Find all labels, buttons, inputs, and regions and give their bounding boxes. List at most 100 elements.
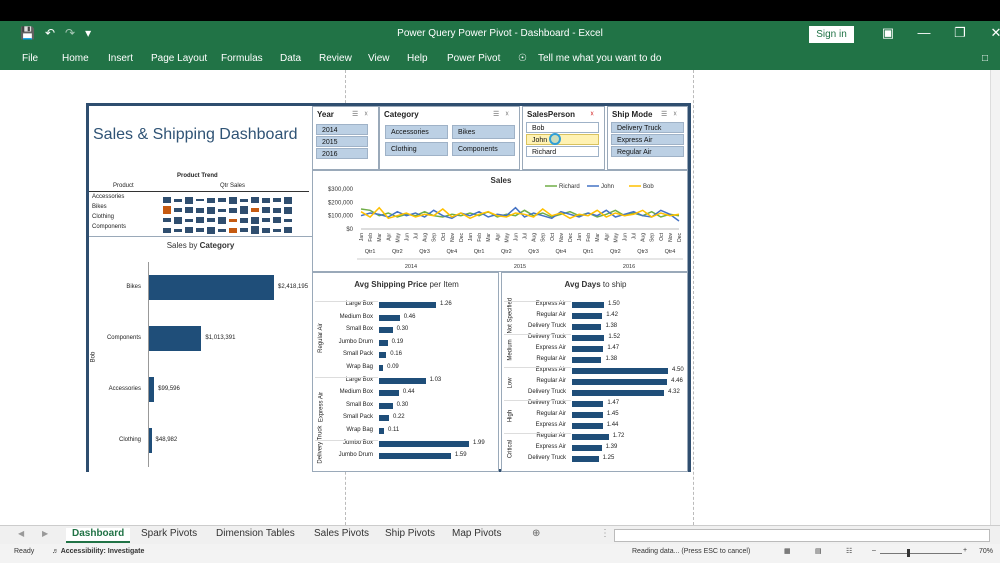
sheet-tab-dashboard[interactable]: Dashboard <box>66 528 131 543</box>
product-row-label: Components <box>92 224 127 230</box>
tab-formulas[interactable]: Formulas <box>221 53 263 64</box>
mouse-cursor-icon <box>549 133 561 145</box>
bar-value-label: 1.72 <box>612 433 625 439</box>
slicer-item-components[interactable]: Components <box>452 142 515 156</box>
slicer-item-regular-air[interactable]: Regular Air <box>611 146 684 157</box>
tab-help[interactable]: Help <box>407 53 428 64</box>
quarter-tick-label: Qtr3 <box>637 249 648 255</box>
bar-value-label: 0.30 <box>396 326 409 333</box>
bar <box>572 456 599 462</box>
zoom-out-icon[interactable]: – <box>872 547 876 554</box>
bar <box>379 415 389 422</box>
sign-in-button[interactable]: Sign in <box>809 26 854 43</box>
legend-label: Richard <box>559 184 580 190</box>
slicer-item-2014[interactable]: 2014 <box>316 124 368 135</box>
multi-select-icon[interactable]: ☰☓ <box>493 110 515 118</box>
sparkline-bar <box>251 226 259 234</box>
tell-me-search[interactable]: Tell me what you want to do <box>538 53 661 64</box>
slicer-item-clothing[interactable]: Clothing <box>385 142 448 156</box>
sparkline-bar <box>273 228 281 232</box>
multi-select-icon[interactable]: ☰☓ <box>661 110 683 118</box>
restore-icon[interactable]: ❐ <box>942 25 978 41</box>
zoom-level[interactable]: 70% <box>979 548 993 555</box>
multi-select-icon[interactable]: ☰☓ <box>352 110 374 118</box>
sparkline-bar <box>273 207 281 213</box>
product-row-label: Accessories <box>92 194 125 200</box>
scroll-tabs-left-icon[interactable]: ◀ <box>18 529 24 538</box>
sparkline-bar <box>251 208 259 212</box>
tab-insert[interactable]: Insert <box>108 53 133 64</box>
zoom-slider[interactable] <box>880 553 962 554</box>
bar <box>379 440 469 447</box>
slicer-item-bob[interactable]: Bob <box>526 122 599 133</box>
y-tick-label: $300,000 <box>328 187 354 193</box>
slicer-item-accessories[interactable]: Accessories <box>385 125 448 139</box>
category-label: Components <box>106 335 141 341</box>
sheet-tab-ship-pivots[interactable]: Ship Pivots <box>379 528 441 543</box>
axis-label: Bob <box>90 351 97 363</box>
zoom-in-icon[interactable]: + <box>963 547 967 554</box>
sparkline-bar <box>207 218 215 222</box>
sheet-tab-sales-pivots[interactable]: Sales Pivots <box>308 528 375 543</box>
ribbon-display-icon[interactable]: ▣ <box>870 25 906 41</box>
worksheet-area[interactable]: Sales & Shipping Dashboard Year ☰☓ 2014 … <box>0 70 990 525</box>
slicer-item-express-air[interactable]: Express Air <box>611 134 684 145</box>
month-tick-label: Sep <box>541 233 547 242</box>
year-slicer: Year ☰☓ 2014 2015 2016 <box>312 106 379 170</box>
tab-review[interactable]: Review <box>319 53 352 64</box>
more-icon: ⋮ <box>600 528 610 539</box>
slicer-item-2015[interactable]: 2015 <box>316 136 368 147</box>
category-bar <box>149 428 152 453</box>
vertical-scrollbar[interactable] <box>990 70 1000 525</box>
horizontal-scrollbar[interactable] <box>614 529 990 542</box>
category-label: Clothing <box>118 437 141 443</box>
bar <box>379 453 451 460</box>
comments-icon[interactable]: □ <box>982 53 988 64</box>
bar <box>379 402 393 409</box>
legend-label: Bob <box>643 184 654 190</box>
sparkline-bar <box>218 228 226 232</box>
add-sheet-icon[interactable]: ⊕ <box>532 528 540 539</box>
quarter-tick-label: Qtr2 <box>392 249 403 255</box>
close-icon[interactable]: ✕ <box>978 25 1000 41</box>
month-tick-label: Dec <box>459 233 465 242</box>
normal-view-icon[interactable]: ▦ <box>784 547 791 555</box>
month-tick-label: Aug <box>423 233 429 242</box>
tab-home[interactable]: Home <box>62 53 89 64</box>
tab-page-layout[interactable]: Page Layout <box>151 53 207 64</box>
bar-value-label: 4.50 <box>672 367 684 373</box>
sparkline-bar <box>218 216 226 224</box>
minimize-icon[interactable]: — <box>906 25 942 41</box>
sparkline-bar <box>251 216 259 224</box>
slicer-item-2016[interactable]: 2016 <box>316 148 368 159</box>
legend-label: John <box>601 184 614 190</box>
scroll-tabs-right-icon[interactable]: ▶ <box>42 529 48 538</box>
bar <box>572 423 603 429</box>
sparkline-bar <box>174 216 182 224</box>
page-layout-view-icon[interactable]: ▤ <box>815 547 822 555</box>
sheet-tab-spark-pivots[interactable]: Spark Pivots <box>135 528 203 543</box>
page-break-view-icon[interactable]: ☷ <box>846 547 852 555</box>
excel-window: 💾 ↶ ↷ ▾ Power Query Power Pivot - Dashbo… <box>0 21 1000 563</box>
product-row-label: Clothing <box>92 214 115 220</box>
sparkline-bar <box>163 218 171 222</box>
bar <box>572 346 604 352</box>
tab-power-pivot[interactable]: Power Pivot <box>447 53 500 64</box>
dashboard-frame: Sales & Shipping Dashboard Year ☰☓ 2014 … <box>86 103 691 472</box>
slicer-item-john[interactable]: John <box>526 134 599 145</box>
quarter-tick-label: Qtr1 <box>583 249 594 255</box>
tab-data[interactable]: Data <box>280 53 301 64</box>
slicer-item-bikes[interactable]: Bikes <box>452 125 515 139</box>
zoom-slider-thumb[interactable] <box>907 549 910 557</box>
sheet-tab-dimension-tables[interactable]: Dimension Tables <box>210 528 301 543</box>
tab-file[interactable]: File <box>22 53 38 64</box>
slicer-item-richard[interactable]: Richard <box>526 146 599 157</box>
bar-value-label: 0.30 <box>396 401 409 408</box>
tab-view[interactable]: View <box>368 53 390 64</box>
clear-filter-icon[interactable]: ☓ <box>590 110 600 118</box>
slicer-item-delivery-truck[interactable]: Delivery Truck <box>611 122 684 133</box>
bar-value-label: $48,982 <box>155 437 178 443</box>
sparkline-bar <box>262 227 270 233</box>
accessibility-status[interactable]: ♬ Accessibility: Investigate <box>52 548 144 555</box>
sheet-tab-map-pivots[interactable]: Map Pivots <box>446 528 507 543</box>
